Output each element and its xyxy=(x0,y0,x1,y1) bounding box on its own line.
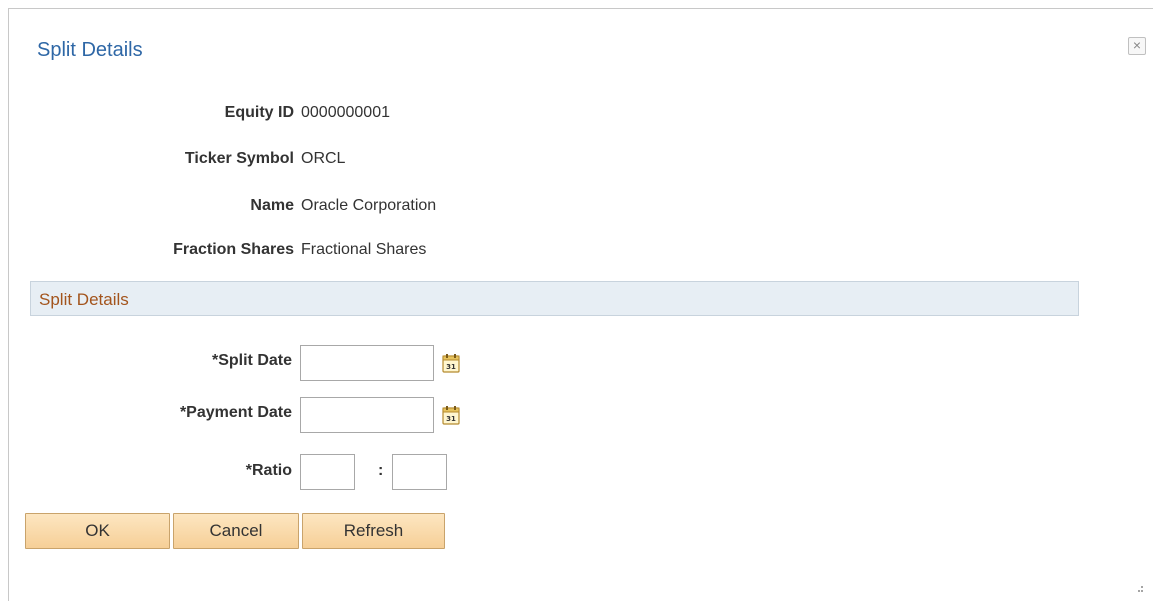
split-date-label: *Split Date xyxy=(211,352,292,369)
split-date-input[interactable] xyxy=(300,345,434,381)
ratio-label: *Ratio xyxy=(245,462,292,479)
ratio-separator: : xyxy=(378,462,384,479)
ok-button[interactable]: OK xyxy=(25,513,170,549)
calendar-icon[interactable]: 31 xyxy=(442,353,460,373)
payment-date-input[interactable] xyxy=(300,397,434,433)
cancel-button[interactable]: Cancel xyxy=(173,513,299,549)
calendar-icon-text: 31 xyxy=(446,415,456,423)
resize-grip-icon[interactable] xyxy=(1132,583,1144,595)
split-details-section-header: Split Details xyxy=(30,281,1079,316)
ratio-right-input[interactable] xyxy=(392,454,447,490)
equity-id-value: 0000000001 xyxy=(301,104,390,121)
ticker-symbol-label: Ticker Symbol xyxy=(184,150,294,167)
close-icon[interactable]: × xyxy=(1128,37,1146,55)
calendar-icon[interactable]: 31 xyxy=(442,405,460,425)
fraction-shares-label: Fraction Shares xyxy=(173,241,294,258)
section-title: Split Details xyxy=(39,290,129,309)
calendar-icon-text: 31 xyxy=(446,363,456,371)
payment-date-label: *Payment Date xyxy=(179,404,292,421)
fraction-shares-value: Fractional Shares xyxy=(301,241,427,258)
name-value: Oracle Corporation xyxy=(301,197,437,214)
name-label: Name xyxy=(250,197,294,214)
dialog-title: Split Details xyxy=(37,39,143,61)
equity-id-label: Equity ID xyxy=(224,104,294,121)
ratio-left-input[interactable] xyxy=(300,454,355,490)
ticker-symbol-value: ORCL xyxy=(301,150,346,167)
refresh-button[interactable]: Refresh xyxy=(302,513,445,549)
